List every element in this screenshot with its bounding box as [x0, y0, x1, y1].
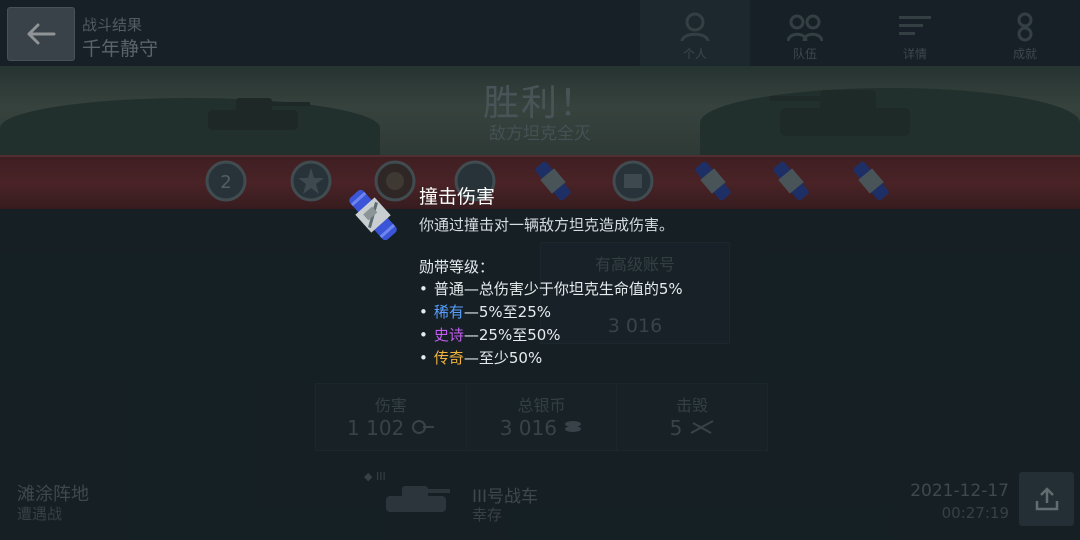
ribbon-tooltip: 撞击伤害 你通过撞击对一辆敌方坦克造成伤害。 勋带等级： • 普通—总伤害少于你坦…: [340, 170, 740, 380]
tooltip-description: 你通过撞击对一辆敌方坦克造成伤害。: [419, 216, 675, 234]
ramming-ribbon-icon: [349, 189, 397, 241]
grade-rare: • 稀有—5%至25%: [419, 303, 552, 321]
grade-epic: • 史诗—25%至50%: [419, 326, 561, 344]
grade-common: • 普通—总伤害少于你坦克生命值的5%: [419, 280, 683, 298]
grades-heading: 勋带等级：: [419, 258, 495, 276]
tooltip-title: 撞击伤害: [419, 186, 496, 208]
grade-legendary: • 传奇—至少50%: [419, 349, 543, 367]
